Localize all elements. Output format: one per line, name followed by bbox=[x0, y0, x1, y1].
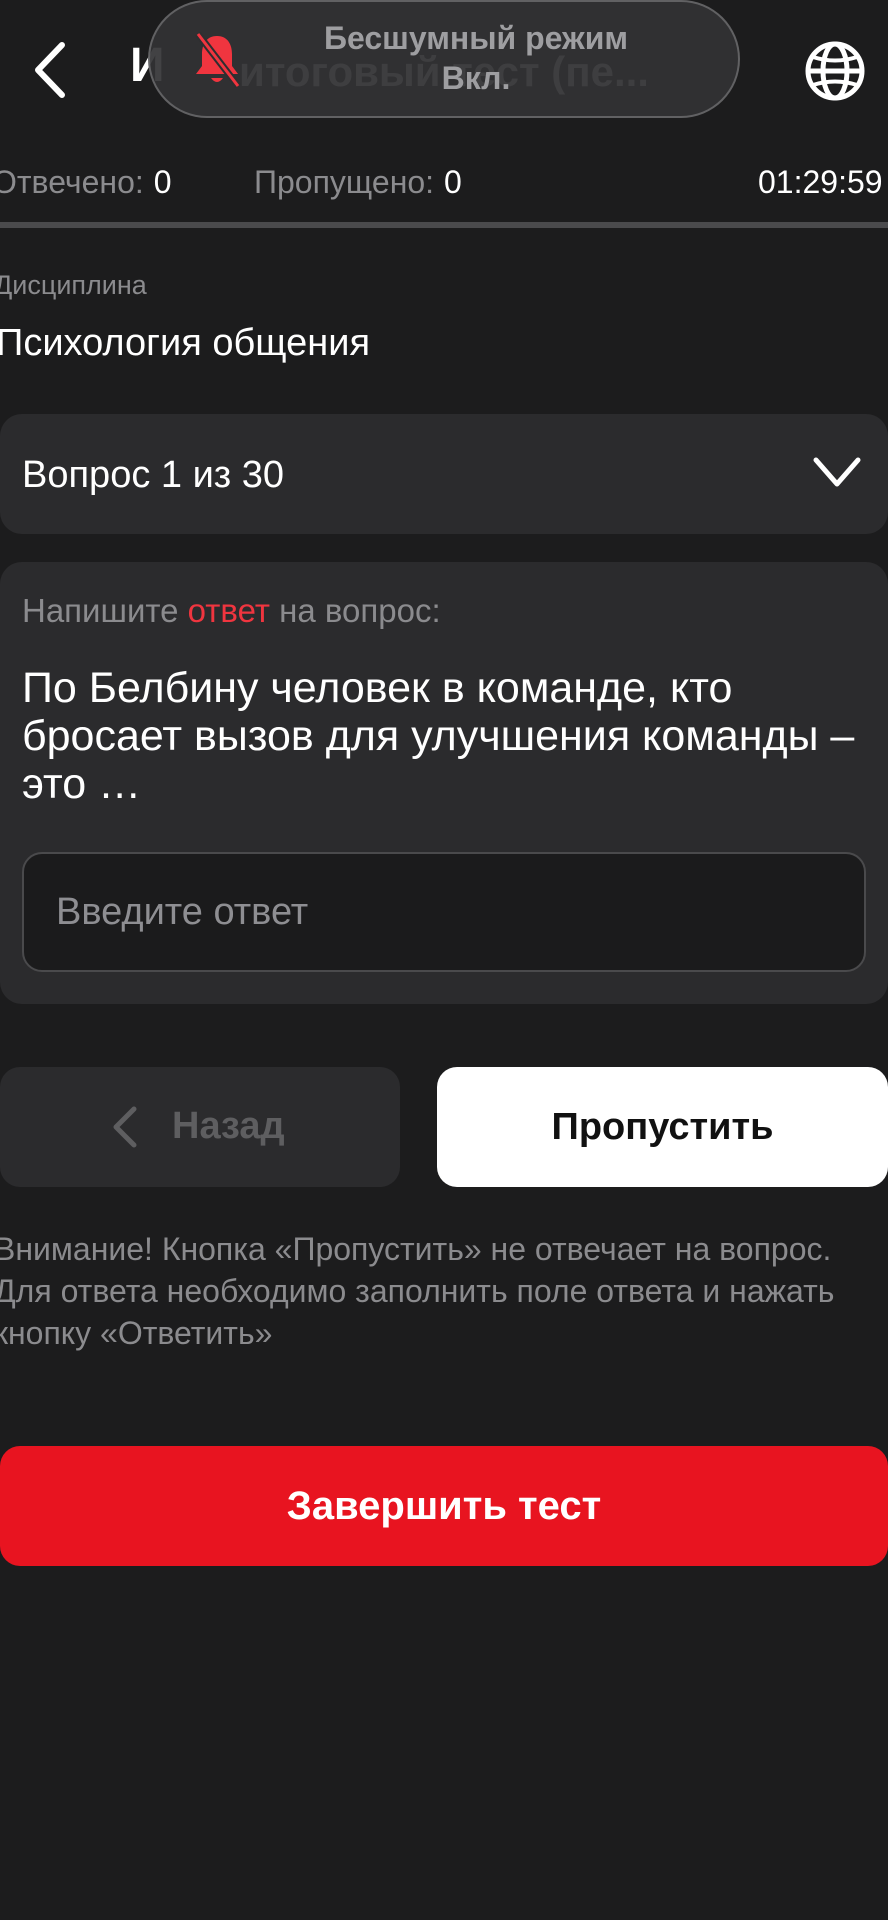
language-button[interactable] bbox=[800, 36, 870, 106]
instruction-text-start: Напишите bbox=[22, 592, 188, 629]
instruction-text-end: на вопрос: bbox=[269, 592, 441, 629]
back-nav-button[interactable] bbox=[20, 30, 80, 110]
countdown-timer: 01:29:59 bbox=[758, 164, 883, 200]
toast-status: Вкл. bbox=[441, 60, 511, 96]
answer-input[interactable] bbox=[22, 852, 866, 972]
discipline-name: Психология общения bbox=[0, 322, 371, 364]
question-instruction: Напишите ответ на вопрос: bbox=[22, 592, 441, 630]
question-card: Напишите ответ на вопрос: По Белбину чел… bbox=[0, 562, 888, 1004]
chevron-left-icon bbox=[35, 42, 65, 98]
skipped-stat: Пропущено: 0 bbox=[254, 164, 462, 201]
answered-count: 0 bbox=[153, 164, 172, 200]
question-selector-dropdown[interactable]: Вопрос 1 из 30 bbox=[0, 414, 888, 534]
bell-off-icon bbox=[195, 31, 241, 89]
question-text: По Белбину человек в команде, кто бросае… bbox=[22, 664, 855, 808]
instruction-accent: ответ bbox=[187, 592, 270, 629]
silent-mode-toast: итоговый тест (пе... Бесшумный режим Вкл… bbox=[148, 0, 740, 118]
progress-divider bbox=[0, 222, 888, 228]
test-stats: Отвечено: 0 Пропущено: 0 01:29:59 bbox=[0, 160, 888, 208]
answered-label: Отвечено: bbox=[0, 164, 144, 200]
chevron-left-icon bbox=[113, 1106, 137, 1148]
toast-title: Бесшумный режим bbox=[323, 20, 629, 56]
skip-button[interactable]: Пропустить bbox=[437, 1067, 888, 1187]
finish-test-button[interactable]: Завершить тест bbox=[0, 1446, 888, 1566]
globe-icon bbox=[805, 41, 865, 101]
skip-warning-text: Внимание! Кнопка «Пропустить» не отвечае… bbox=[0, 1231, 835, 1351]
chevron-down-icon bbox=[813, 457, 861, 487]
discipline-label: Дисциплина bbox=[0, 270, 147, 300]
answered-stat: Отвечено: 0 bbox=[0, 164, 172, 201]
back-button-label: Назад bbox=[172, 1105, 285, 1147]
skip-button-label: Пропустить bbox=[551, 1105, 774, 1148]
finish-test-label: Завершить тест bbox=[286, 1483, 602, 1528]
question-number-label: Вопрос 1 из 30 bbox=[22, 454, 285, 496]
back-button[interactable]: Назад bbox=[0, 1067, 400, 1187]
skipped-count: 0 bbox=[444, 164, 462, 200]
skipped-label: Пропущено: bbox=[254, 164, 435, 200]
